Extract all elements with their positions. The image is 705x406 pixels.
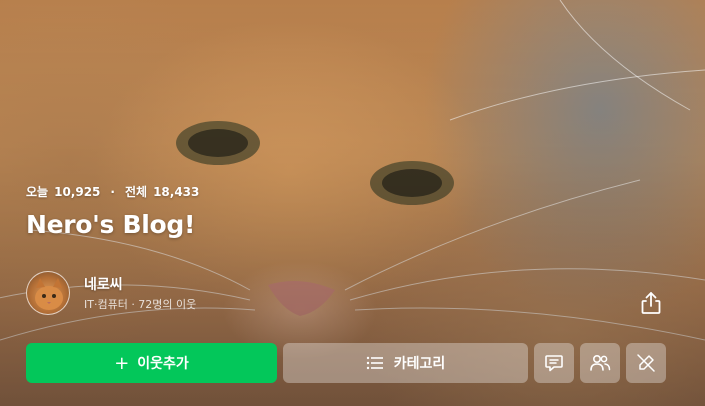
total-count: 18,433 bbox=[153, 184, 200, 199]
add-neighbor-button[interactable]: + 이웃추가 bbox=[26, 343, 277, 383]
widget-button[interactable] bbox=[626, 343, 666, 383]
category-label: 카테고리 bbox=[393, 356, 446, 372]
people-icon bbox=[590, 354, 611, 371]
list-icon bbox=[366, 356, 383, 370]
profile-name[interactable]: 네로씨 bbox=[84, 274, 196, 294]
today-label: 오늘 bbox=[26, 185, 49, 199]
share-icon bbox=[641, 292, 661, 314]
avatar-image bbox=[35, 278, 63, 310]
message-button[interactable] bbox=[534, 343, 574, 383]
profile-subtitle: IT·컴퓨터 · 72명의 이웃 bbox=[84, 298, 197, 311]
profile[interactable]: 네로씨 IT·컴퓨터 · 72명의 이웃 bbox=[26, 271, 196, 315]
blog-title: Nero's Blog! bbox=[26, 210, 196, 239]
blog-cover: 오늘 10,925 · 전체 18,433 Nero's Blog! 네로씨 I… bbox=[0, 0, 705, 406]
plus-icon: + bbox=[114, 352, 130, 374]
avatar[interactable] bbox=[26, 271, 70, 315]
today-count: 10,925 bbox=[54, 184, 101, 199]
message-icon bbox=[545, 355, 563, 372]
profile-info: 네로씨 IT·컴퓨터 · 72명의 이웃 bbox=[84, 274, 196, 312]
category-button[interactable]: 카테고리 bbox=[283, 343, 528, 383]
total-label: 전체 bbox=[124, 185, 148, 199]
pen-off-icon bbox=[637, 354, 655, 372]
visitor-stats: 오늘 10,925 · 전체 18,433 bbox=[26, 183, 199, 200]
share-button[interactable] bbox=[638, 290, 664, 316]
add-neighbor-label: 이웃추가 bbox=[137, 356, 189, 372]
neighbors-button[interactable] bbox=[580, 343, 620, 383]
stats-separator: · bbox=[110, 184, 115, 199]
